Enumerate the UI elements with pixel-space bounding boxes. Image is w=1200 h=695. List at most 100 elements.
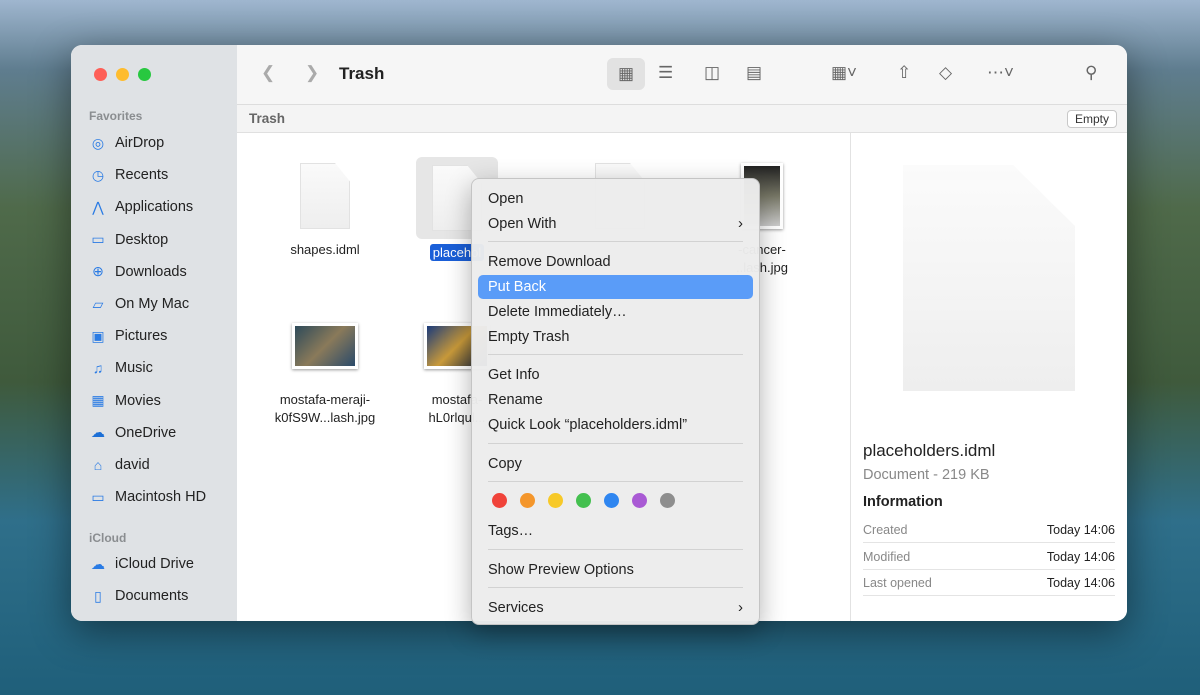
file-item[interactable]: shapes.idml (260, 163, 390, 259)
tag-color-dot[interactable] (604, 493, 619, 508)
sidebar-item-david[interactable]: ⌂ david (89, 454, 150, 476)
info-value: Today 14:06 (1046, 523, 1115, 537)
menu-separator (488, 241, 743, 242)
menu-separator (488, 443, 743, 444)
menu-item-copy[interactable]: Copy (478, 452, 753, 476)
menu-item-label: Quick Look “placeholders.idml” (488, 417, 688, 433)
column-view-button[interactable]: ◫ (704, 63, 720, 83)
menu-item-delete-immediately[interactable]: Delete Immediately… (478, 300, 753, 324)
sidebar-item-label: Movies (115, 392, 161, 409)
share-icon[interactable]: ⇧ (897, 63, 911, 83)
sidebar-item-label: Macintosh HD (115, 489, 207, 506)
forward-button[interactable]: ❯ (305, 63, 319, 83)
menu-item-open[interactable]: Open (478, 187, 753, 211)
sidebar-item-downloads[interactable]: ⊕ Downloads (89, 261, 187, 283)
menu-item-label: Rename (488, 392, 543, 408)
context-menu: Open Open With › Remove Download Put Back Del… (471, 178, 760, 625)
tag-icon[interactable]: ◇ (939, 63, 952, 83)
sidebar-item-label: Music (115, 360, 153, 377)
tag-color-dot[interactable] (660, 493, 675, 508)
tag-color-dot[interactable] (548, 493, 563, 508)
sidebar-item-music[interactable]: ♫ Music (89, 357, 153, 379)
tag-color-dot[interactable] (520, 493, 535, 508)
list-view-button[interactable]: ☰ (658, 63, 673, 83)
window-controls (94, 68, 151, 81)
cloud-icon: ☁ (91, 555, 105, 572)
sidebar-item-desktop[interactable]: ▭ Desktop (89, 229, 168, 251)
favorites-heading: Favorites (89, 109, 143, 123)
group-button[interactable]: ▦˅ (831, 63, 857, 83)
close-button[interactable] (94, 68, 107, 81)
music-icon: ♫ (92, 360, 104, 377)
tag-color-dot[interactable] (492, 493, 507, 508)
menu-item-rename[interactable]: Rename (478, 388, 753, 412)
info-row: Last opened Today 14:06 (863, 570, 1115, 596)
folder-icon: ▱ (92, 295, 104, 312)
back-button[interactable]: ❮ (261, 63, 275, 83)
desktop-icon: ▭ (91, 231, 105, 248)
info-label: Modified (863, 549, 911, 564)
menu-item-label: Tags… (488, 523, 534, 539)
sidebar-item-macintosh-hd[interactable]: ▭ Macintosh HD (89, 486, 206, 508)
menu-item-label: Remove Download (488, 254, 611, 270)
menu-item-services[interactable]: Services › (478, 596, 753, 620)
minimize-button[interactable] (116, 68, 129, 81)
sidebar-item-label: david (115, 457, 150, 473)
preview-file-kind: Document - 219 KB (863, 467, 990, 483)
sidebar-item-documents[interactable]: ▯ Documents (89, 585, 188, 607)
menu-item-label: Copy (488, 456, 522, 472)
more-actions-button[interactable]: ⋯˅ (987, 63, 1014, 83)
menu-separator (488, 549, 743, 550)
menu-item-tags[interactable]: Tags… (478, 519, 753, 543)
tag-color-dot[interactable] (632, 493, 647, 508)
sidebar-item-onedrive[interactable]: ☁ OneDrive (89, 422, 176, 444)
menu-item-empty-trash[interactable]: Empty Trash (478, 325, 753, 349)
gallery-view-button[interactable]: ▤ (746, 63, 762, 83)
sidebar-item-label: Documents (115, 588, 189, 605)
sidebar-item-movies[interactable]: ▦ Movies (89, 390, 161, 412)
menu-separator (488, 587, 743, 588)
sidebar-item-label: On My Mac (115, 296, 190, 312)
info-label: Last opened (863, 576, 932, 590)
cloud-icon: ☁ (91, 424, 105, 441)
info-value: Today 14:06 (1046, 576, 1115, 590)
tag-color-dot[interactable] (576, 493, 591, 508)
menu-item-open-with[interactable]: Open With › (478, 212, 753, 236)
icon-view-button[interactable]: ▦ (607, 58, 645, 90)
file-item[interactable]: mostafa-meraji-k0fS9W...lash.jpg (260, 313, 390, 427)
menu-item-label: Services (488, 600, 544, 616)
menu-item-remove-download[interactable]: Remove Download (478, 250, 753, 274)
sidebar-item-label: iCloud Drive (115, 556, 194, 572)
sidebar-item-pictures[interactable]: ▣ Pictures (89, 325, 167, 347)
search-icon[interactable]: ⚲ (1085, 63, 1097, 83)
menu-item-get-info[interactable]: Get Info (478, 363, 753, 387)
window-title: Trash (339, 64, 385, 83)
icloud-heading: iCloud (89, 531, 127, 545)
chevron-right-icon: › (738, 599, 743, 616)
menu-item-label: Open With (488, 216, 557, 232)
empty-trash-button[interactable]: Empty (1066, 110, 1117, 128)
document-icon (300, 163, 350, 229)
sidebar: Favorites ◎ AirDrop ◷ Recents ⋀ Applications ▭… (71, 45, 237, 621)
sidebar-item-label: AirDrop (115, 135, 165, 151)
info-value: Today 14:06 (1046, 549, 1115, 564)
preview-file-name: placeholders.idml (863, 441, 996, 460)
menu-item-label: Empty Trash (488, 329, 570, 345)
path-label: Trash (249, 111, 286, 126)
file-name: shapes.idml (290, 242, 360, 257)
sidebar-item-applications[interactable]: ⋀ Applications (89, 196, 193, 218)
home-icon: ⌂ (93, 457, 103, 473)
sidebar-item-icloud-drive[interactable]: ☁ iCloud Drive (89, 553, 194, 575)
sidebar-item-on-my-mac[interactable]: ▱ On My Mac (89, 293, 190, 315)
menu-item-show-preview-options[interactable]: Show Preview Options (478, 558, 753, 582)
document-preview-icon (903, 165, 1075, 391)
sidebar-item-airdrop[interactable]: ◎ AirDrop (89, 132, 164, 154)
menu-item-quick-look-placeholders-idml[interactable]: Quick Look “placeholders.idml” (478, 413, 753, 437)
sidebar-item-label: Downloads (115, 263, 187, 280)
sidebar-item-recents[interactable]: ◷ Recents (89, 164, 168, 186)
film-icon: ▦ (91, 392, 105, 409)
info-label: Created (863, 523, 908, 537)
menu-item-label: Delete Immediately… (488, 304, 627, 320)
zoom-button[interactable] (138, 68, 151, 81)
menu-item-put-back[interactable]: Put Back (478, 275, 753, 299)
